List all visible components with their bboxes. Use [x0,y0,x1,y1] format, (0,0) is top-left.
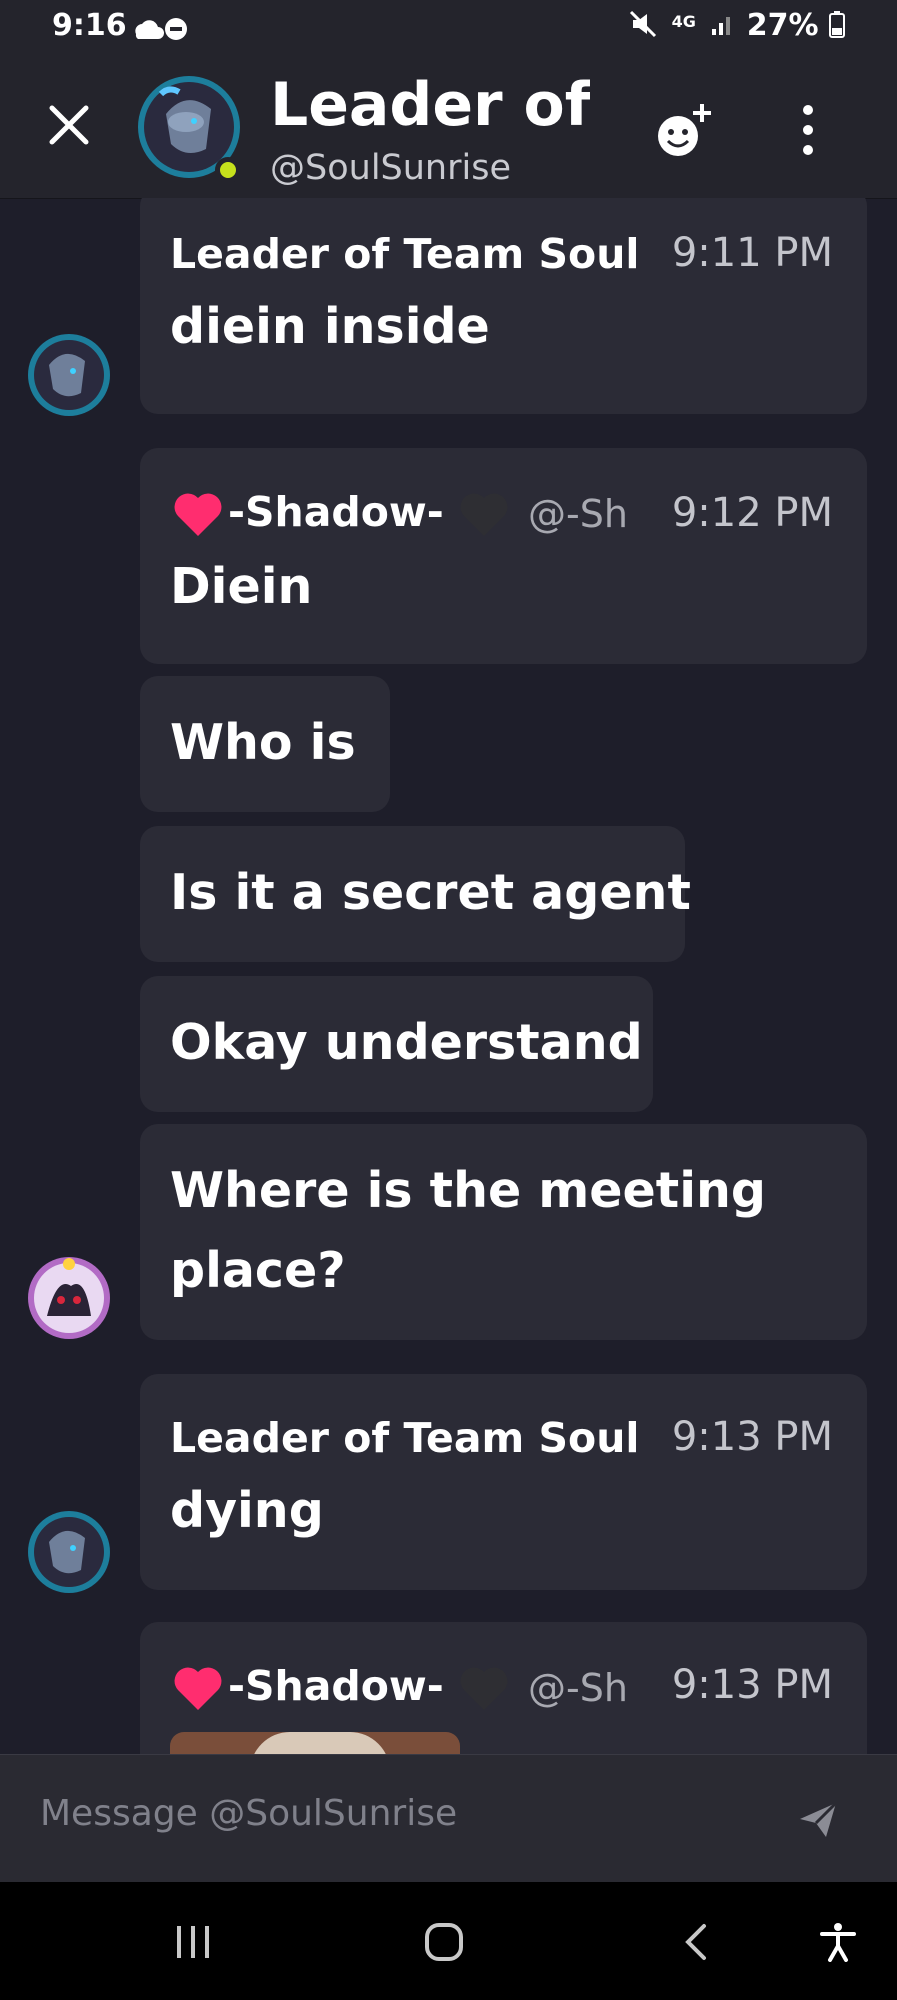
avatar[interactable] [27,1510,111,1594]
back-icon[interactable] [678,1922,718,1962]
message-composer: Message @SoulSunrise [0,1754,897,1883]
signal-icon [712,17,731,35]
accessibility-icon[interactable] [818,1922,858,1962]
recent-apps-icon[interactable] [173,1922,213,1962]
message-text: Where is the meeting [170,1162,766,1219]
message-author[interactable]: Leader of Team Soul [170,1414,640,1462]
send-icon[interactable] [796,1797,840,1841]
message-handle: @-Sh [528,1666,628,1710]
message-bubble[interactable]: Where is the meeting place? [140,1124,867,1340]
message-bubble[interactable]: Who is [140,676,390,812]
black-heart-icon [460,493,508,536]
message-bubble[interactable]: -Shadow- @-Sh 9:12 PM Diein [140,448,867,664]
message-author[interactable]: Leader of Team Soul [170,230,640,278]
online-status-dot [215,157,241,183]
system-nav-bar [0,1882,897,2000]
message-bubble[interactable]: Is it a secret agent [140,826,691,962]
heart-icon [174,1667,222,1710]
chat-username: @SoulSunrise [270,148,512,188]
chat-title: Leader of T [270,70,590,140]
message-input[interactable]: Message @SoulSunrise [40,1793,457,1834]
message-text: dying [170,1482,324,1539]
mute-icon [630,10,657,38]
message-handle: @-Sh [528,492,628,536]
message-timestamp: 9:13 PM [671,1662,833,1708]
message-timestamp: 9:13 PM [671,1414,833,1460]
battery-icon [829,11,845,38]
message-bubble[interactable]: -Shadow- @-Sh 9:13 PM [140,1622,867,1754]
message-text: Diein [170,558,313,615]
message-author[interactable]: -Shadow- [228,1662,458,1710]
message-timestamp: 9:11 PM [671,230,833,276]
add-friend-icon[interactable] [652,98,718,164]
black-heart-icon [460,1667,508,1710]
chat-header: Leader of T @SoulSunrise [0,58,897,199]
close-icon[interactable] [44,100,94,150]
more-options-icon[interactable] [790,100,826,160]
status-right: 4G 27% [629,8,845,43]
status-time: 9:16 [52,8,127,43]
message-text: place? [170,1242,346,1299]
message-bubble[interactable]: Leader of Team Soul 9:13 PM dying [140,1374,867,1590]
battery-percent: 27% [746,8,819,43]
avatar[interactable] [27,1256,111,1340]
home-icon[interactable] [424,1922,464,1962]
notification-icons [130,14,190,48]
network-type: 4G [671,12,696,31]
status-bar: 9:16 4G 27% [0,0,897,58]
message-text: Is it a secret agent [170,864,691,921]
message-bubble[interactable]: Okay understand [140,976,653,1112]
message-text: Okay understand [170,1014,643,1071]
message-text: Who is [170,714,356,771]
message-image-attachment[interactable] [170,1732,460,1754]
message-list[interactable]: Leader of Team Soul 9:11 PM diein inside… [0,198,897,1754]
message-timestamp: 9:12 PM [671,490,833,536]
message-text: diein inside [170,298,490,355]
avatar[interactable] [27,333,111,417]
message-bubble[interactable]: Leader of Team Soul 9:11 PM diein inside [140,198,867,414]
heart-icon [174,493,222,536]
message-author[interactable]: -Shadow- [228,488,458,536]
